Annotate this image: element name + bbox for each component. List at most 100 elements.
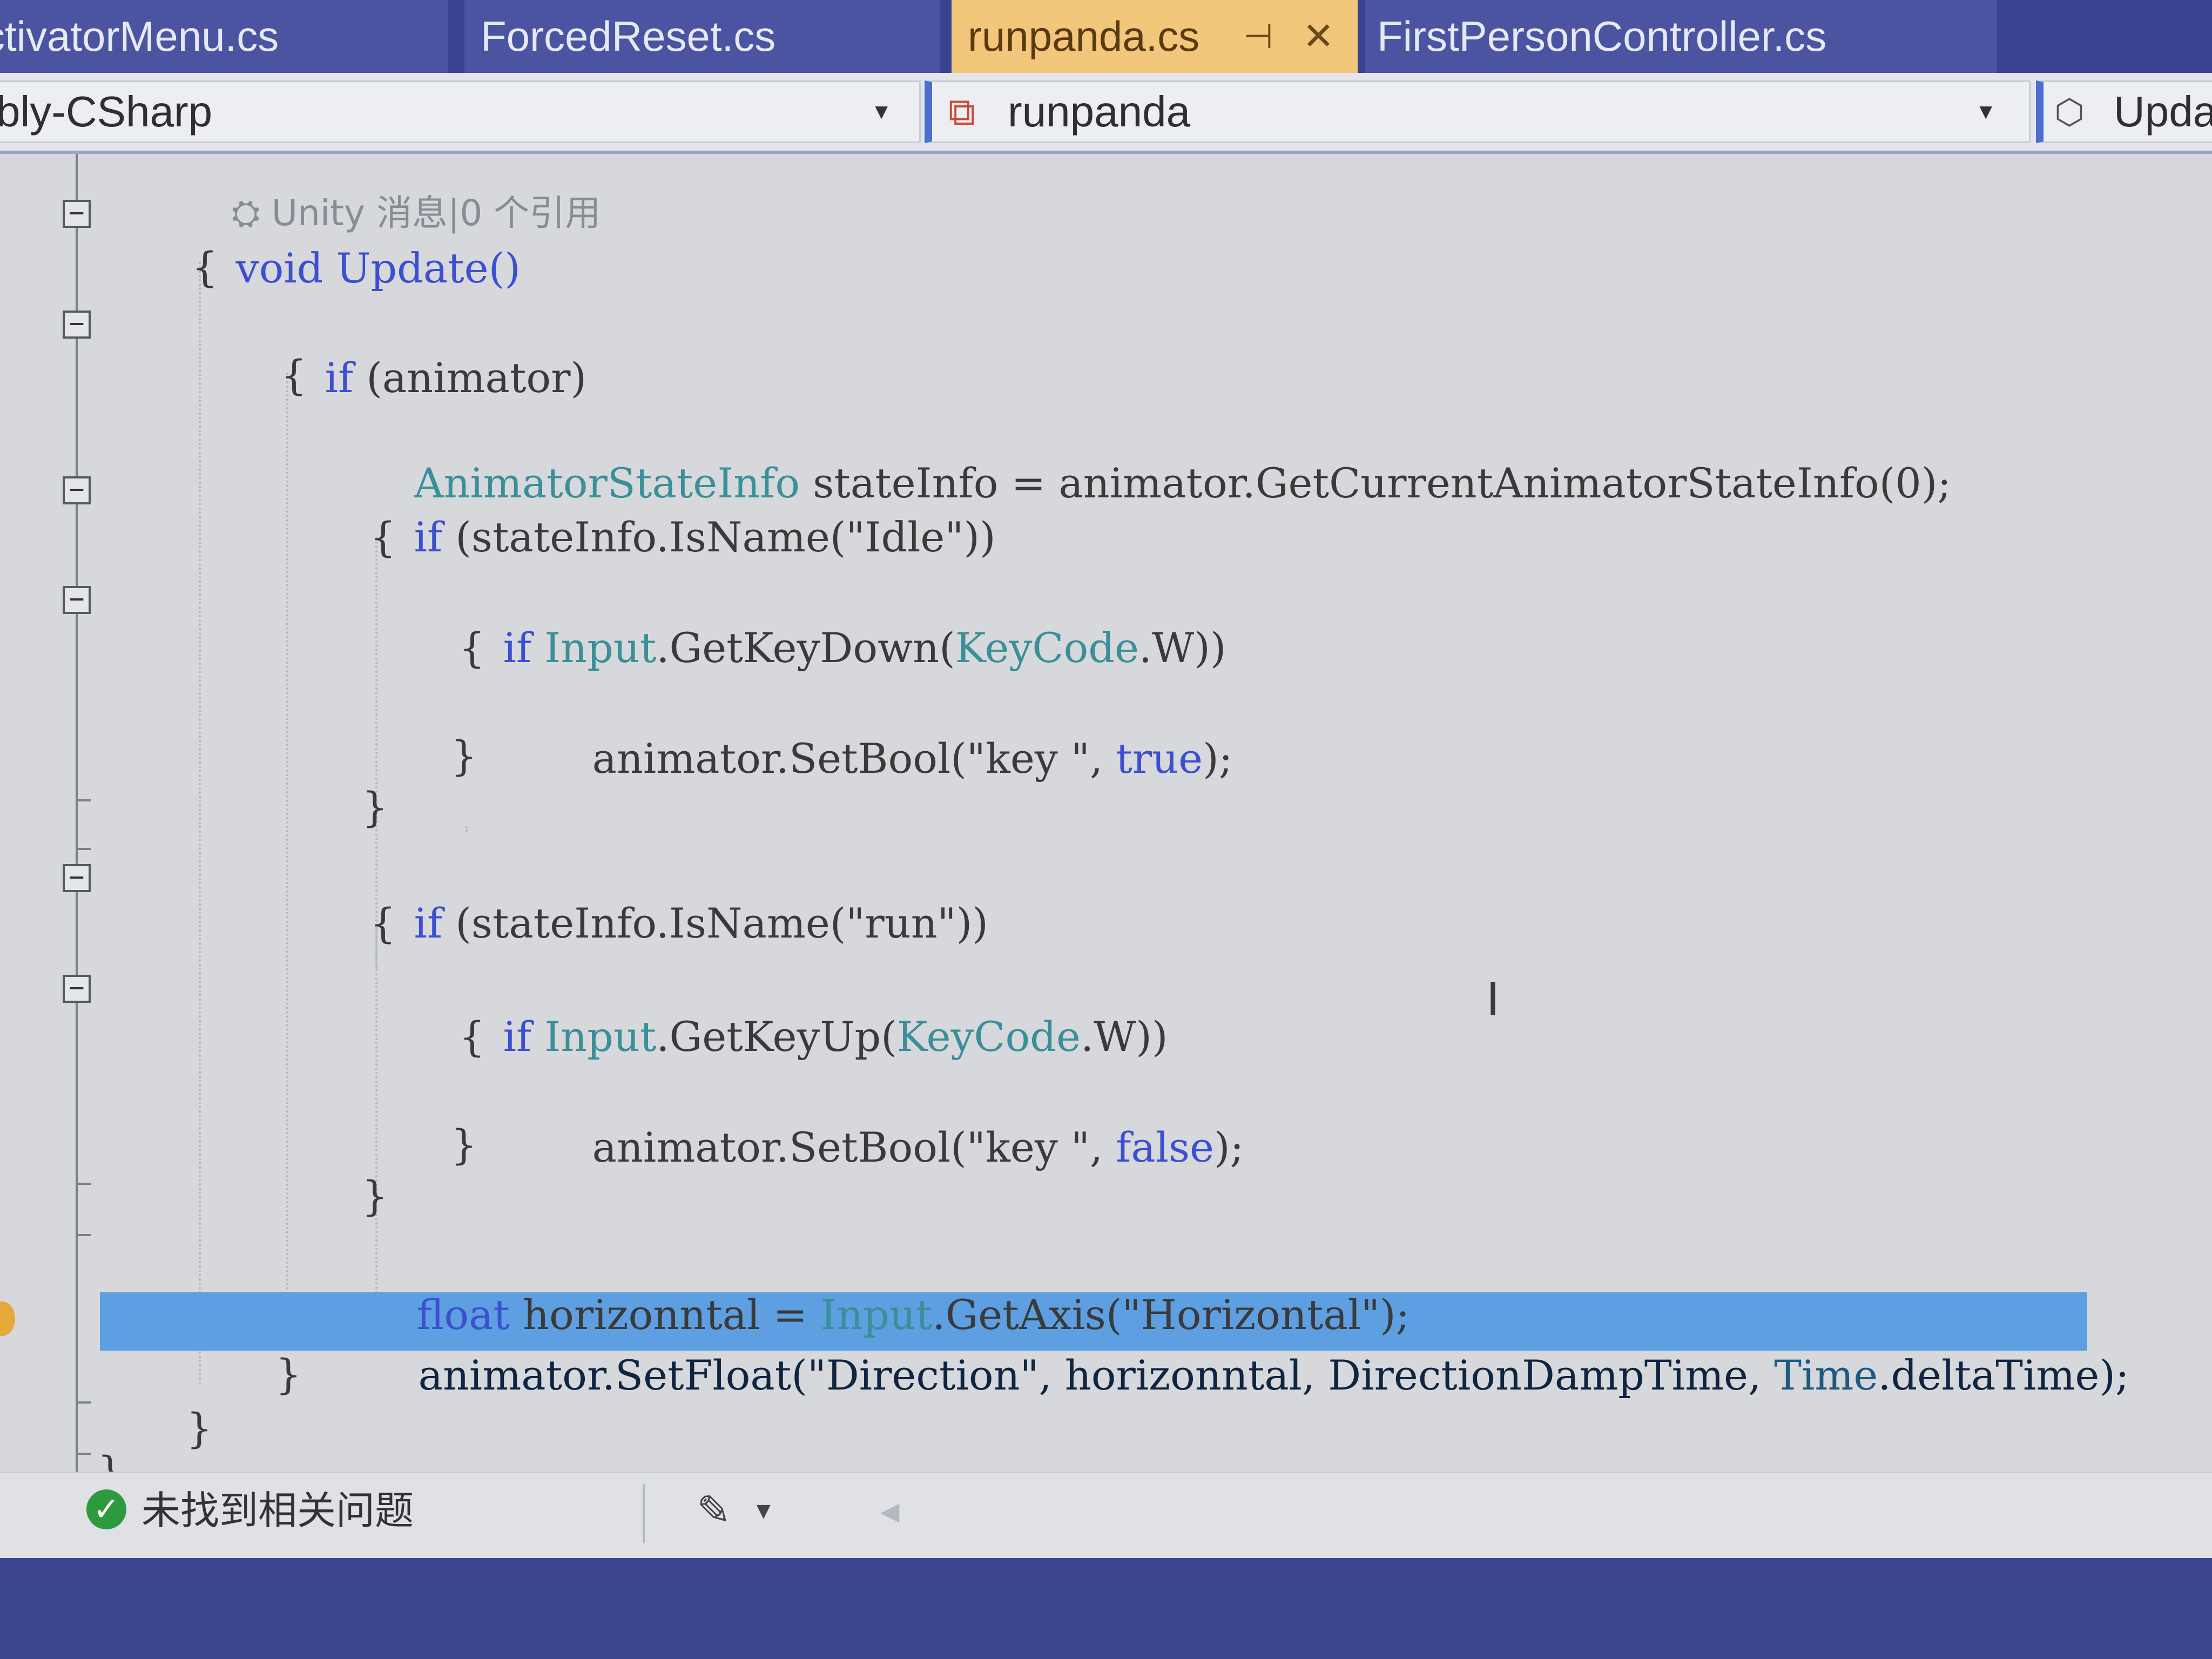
tab-label: ForcedReset.cs — [481, 12, 776, 60]
indent-guide — [286, 373, 288, 1334]
editor-status-bar: ✓ 未找到相关问题 ✎ ▼ ◀ — [0, 1472, 2212, 1560]
status-divider — [643, 1484, 645, 1543]
code-line-15: if Input.GetKeyUp(KeyCode.W)) — [451, 956, 1168, 1061]
member-name: Upda — [2114, 87, 2212, 136]
fold-end-marker — [76, 1453, 91, 1455]
code-text: animator.SetBool("key ", — [592, 734, 1116, 783]
collapse-toggle-if-animator[interactable]: − — [63, 311, 91, 339]
brace: } — [451, 1121, 477, 1169]
keyword: if — [503, 624, 532, 672]
method-signature: Update() — [323, 244, 521, 292]
chevron-down-icon: ▼ — [871, 100, 892, 124]
code-line-5: AnimatorStateInfo stateInfo = animator.G… — [362, 402, 1951, 507]
ibeam-cursor-icon: I — [1486, 972, 1500, 1026]
code-line-10: animator.SetBool("key ", true); — [540, 678, 1233, 783]
keyword: false — [1116, 1123, 1215, 1171]
tab-activator-menu[interactable]: ctivatorMenu.cs — [0, 0, 448, 73]
fold-end-marker — [76, 848, 91, 850]
code-text: animator.SetBool("key ", — [592, 1123, 1116, 1171]
brush-icon[interactable]: ✎ — [697, 1485, 731, 1537]
member-lock-icon: ⬡ — [2054, 92, 2085, 131]
tab-runpanda-active[interactable]: runpanda.cs ⊣ ✕ — [952, 0, 1358, 73]
code-text: .GetKeyDown( — [656, 624, 955, 672]
code-line-2: { — [192, 240, 218, 294]
checkmark-icon: ✓ — [86, 1489, 126, 1529]
keyword: void — [235, 244, 323, 292]
class-name: runpanda — [1008, 87, 1191, 136]
class-dropdown[interactable]: ⧉ runpanda ▼ — [925, 80, 2031, 143]
tab-label: runpanda.cs — [968, 12, 1200, 60]
code-line-14: { — [370, 896, 396, 950]
brace: } — [275, 1350, 302, 1398]
codelens-references[interactable]: ⛭ Unity 消息|0 个引用 — [186, 132, 601, 234]
pin-icon[interactable]: ⊣ — [1243, 0, 1273, 73]
keyword: if — [414, 899, 443, 947]
code-text: .GetKeyUp( — [656, 1013, 897, 1061]
code-line-20: float horizonntal = Input.GetAxis("Horiz… — [365, 1234, 1410, 1339]
code-text: .W)) — [1080, 1013, 1168, 1061]
code-line-6: if (stateInfo.IsName("Idle")) — [362, 456, 996, 561]
code-line-22: } — [275, 1347, 301, 1401]
outline-line — [76, 154, 78, 1472]
code-line-11: } — [451, 729, 477, 783]
type-name: Input — [544, 1013, 657, 1061]
code-text: animator.SetFloat("Direction", horizonnt… — [418, 1351, 1775, 1399]
code-line-4: { — [281, 348, 307, 402]
code-line-16: { — [459, 1010, 485, 1064]
brace: } — [186, 1404, 213, 1452]
code-text: ); — [1214, 1123, 1244, 1171]
fold-end-marker — [76, 799, 91, 801]
brace: { — [281, 351, 307, 399]
tab-label: FirstPersonController.cs — [1377, 12, 1827, 60]
type-name: KeyCode — [955, 624, 1139, 672]
code-line-21-selected: animator.SetFloat("Direction", horizonnt… — [366, 1294, 2129, 1399]
code-line-18: } — [451, 1118, 477, 1172]
window-bottom-bar — [0, 1558, 2212, 1659]
brace: } — [451, 732, 477, 780]
member-dropdown[interactable]: ⬡ Upda — [2036, 80, 2212, 143]
brace: { — [370, 899, 396, 947]
code-text: .deltaTime); — [1878, 1351, 2129, 1399]
collapse-toggle-if-run[interactable]: − — [63, 864, 91, 892]
collapse-toggle-if-keyup[interactable]: − — [63, 975, 91, 1003]
keyword: if — [414, 513, 443, 561]
brace: } — [362, 783, 388, 831]
tab-first-person-controller[interactable]: FirstPersonController.cs — [1365, 0, 1997, 73]
keyword: true — [1116, 734, 1203, 783]
chevron-down-icon[interactable]: ▼ — [752, 1485, 775, 1537]
collapse-toggle-if-keydown[interactable]: − — [63, 586, 91, 614]
code-text: (stateInfo.IsName("Idle")) — [442, 513, 996, 561]
outline-gutter: − − − − − − — [0, 154, 108, 1472]
code-line-3: if (animator) — [273, 297, 586, 402]
tab-forced-reset[interactable]: ForcedReset.cs — [464, 0, 940, 73]
brace: { — [192, 243, 218, 291]
chevron-down-icon: ▼ — [1975, 100, 1997, 124]
brace: { — [370, 513, 396, 561]
fold-end-marker — [76, 1401, 91, 1404]
brace: } — [362, 1172, 388, 1220]
code-line-9: { — [459, 621, 485, 675]
project-name: bly-CSharp — [0, 87, 213, 136]
type-name: Input — [544, 624, 657, 672]
fold-end-marker — [76, 1234, 91, 1236]
code-line-23: } — [186, 1401, 212, 1455]
code-line-8: if Input.GetKeyDown(KeyCode.W)) — [451, 567, 1226, 672]
code-text: (stateInfo.IsName("run")) — [442, 899, 988, 947]
code-editor[interactable]: − − − − − − ⛭ Unity 消息|0 个引用 void Update… — [0, 154, 2212, 1495]
issues-status-text[interactable]: 未找到相关问题 — [141, 1485, 414, 1537]
collapse-toggle-update[interactable]: − — [63, 200, 91, 228]
collapse-toggle-if-idle[interactable]: − — [63, 476, 91, 504]
brace: { — [459, 624, 485, 672]
code-line-7: { — [370, 510, 396, 564]
close-icon[interactable]: ✕ — [1303, 0, 1334, 73]
type-name: KeyCode — [896, 1013, 1081, 1061]
code-line-1: void Update() — [184, 187, 521, 292]
scroll-left-icon[interactable]: ◀ — [880, 1485, 899, 1537]
code-line-12: } — [362, 780, 388, 834]
code-text: ); — [1203, 734, 1233, 783]
tab-label: ctivatorMenu.cs — [0, 12, 279, 60]
class-icon: ⧉ — [948, 91, 975, 133]
code-text: .W)) — [1138, 624, 1226, 672]
indent-guide — [199, 262, 201, 1385]
code-line-17: animator.SetBool("key ", false); — [540, 1067, 1244, 1171]
